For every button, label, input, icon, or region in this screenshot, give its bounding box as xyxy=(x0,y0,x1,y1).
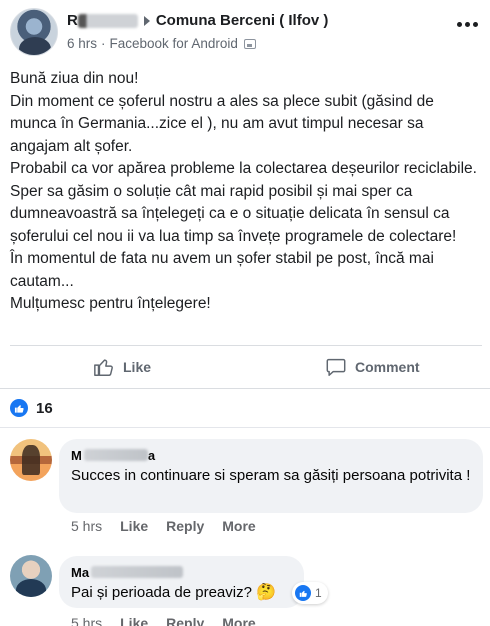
commenter-name-visible: Ma xyxy=(71,564,90,580)
post-author-line: R Comuna Berceni ( Ilfov ) xyxy=(67,12,328,29)
comment-bubble: M a Succes in continuare si speram sa gă… xyxy=(59,439,483,513)
reaction-count: 16 xyxy=(36,399,53,417)
commenter-name-redacted xyxy=(83,449,148,461)
thumbs-up-icon xyxy=(94,359,113,376)
post-header: R Comuna Berceni ( Ilfov ) 6 hrs · Faceb… xyxy=(10,8,480,58)
reactions-summary[interactable]: 16 xyxy=(10,397,53,419)
post-paragraph: Sper sa găsim o soluție cât mai rapid po… xyxy=(10,182,457,245)
comment-reply-button[interactable]: Reply xyxy=(166,518,204,534)
like-reaction-icon xyxy=(10,399,28,417)
post-body: Bună ziua din nou! Din moment ce șoferul… xyxy=(10,68,482,316)
like-button[interactable]: Like xyxy=(93,346,151,388)
comment-meta: 5 hrs Like Reply More xyxy=(71,518,274,534)
thinking-face-icon: 🤔 xyxy=(256,584,277,601)
commenter-name[interactable]: Ma xyxy=(71,564,292,580)
comment-reaction-count: 1 xyxy=(315,586,322,600)
comment-reactions[interactable]: 1 xyxy=(292,582,328,604)
commenter-avatar[interactable] xyxy=(10,555,52,597)
comment-like-button[interactable]: Like xyxy=(120,518,148,534)
comment-time: 5 hrs xyxy=(71,615,103,626)
comment-text: Succes in continuare si speram sa găsiți… xyxy=(71,467,471,484)
like-reaction-icon xyxy=(295,585,311,601)
like-label: Like xyxy=(123,359,152,375)
post-paragraph: În momentul de fata nu avem un șofer sta… xyxy=(10,250,434,290)
comment-bubble: Ma Pai și perioada de preaviz? 🤔 xyxy=(59,556,304,608)
author-avatar[interactable] xyxy=(10,8,58,56)
comment-more-button[interactable]: More xyxy=(222,518,255,534)
photo-icon xyxy=(243,38,256,49)
post-paragraph: Mulțumesc pentru înțelegere! xyxy=(10,295,211,312)
comment-button[interactable]: Comment xyxy=(325,346,420,388)
comments-divider xyxy=(0,427,490,428)
post-paragraph: Bună ziua din nou! xyxy=(10,70,139,87)
author-name-redacted xyxy=(77,13,138,28)
comment-time: 5 hrs xyxy=(71,518,103,534)
post-time[interactable]: 6 hrs xyxy=(67,36,97,51)
post-source: Facebook for Android xyxy=(109,36,238,51)
comment-icon xyxy=(326,358,346,376)
comment-text: Pai și perioada de preaviz? 🤔 xyxy=(71,583,292,603)
comment-label: Comment xyxy=(355,359,420,375)
commenter-name-visible: M xyxy=(71,447,82,463)
arrow-right-icon xyxy=(143,15,150,26)
comment-text-body: Pai și perioada de preaviz? xyxy=(71,584,257,601)
more-options-icon[interactable] xyxy=(457,22,478,27)
commenter-name[interactable]: M a xyxy=(71,447,471,463)
post-actions: Like Comment xyxy=(0,346,490,388)
author-name[interactable]: R xyxy=(67,12,78,29)
comment-like-button[interactable]: Like xyxy=(120,615,148,626)
commenter-avatar[interactable] xyxy=(10,439,52,481)
comment-more-button[interactable]: More xyxy=(222,615,255,626)
comment-reply-button[interactable]: Reply xyxy=(166,615,204,626)
group-name[interactable]: Comuna Berceni ( Ilfov ) xyxy=(156,12,329,29)
post-meta: 6 hrs · Facebook for Android xyxy=(67,36,256,51)
post-paragraph: Din moment ce șoferul nostru a ales sa p… xyxy=(10,92,434,155)
post-paragraph: Probabil ca vor apărea probleme la colec… xyxy=(10,160,477,177)
meta-separator: · xyxy=(101,36,106,51)
commenter-name-visible: a xyxy=(147,447,156,463)
comment-meta: 5 hrs Like Reply More xyxy=(71,615,274,626)
commenter-name-redacted xyxy=(91,566,184,578)
section-divider xyxy=(0,388,490,389)
